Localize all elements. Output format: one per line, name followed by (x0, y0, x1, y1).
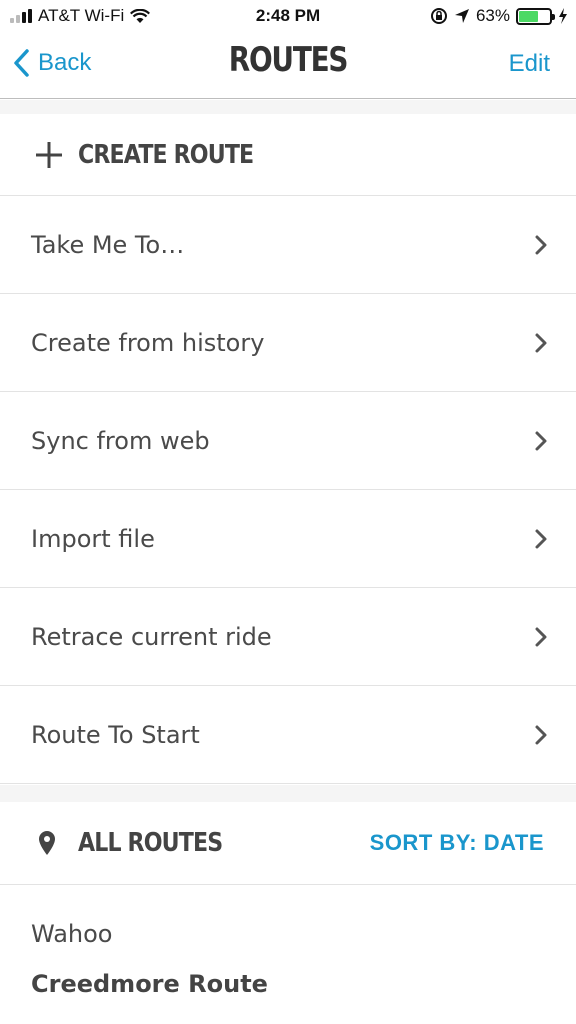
location-arrow-icon (454, 9, 469, 23)
menu-item-label: Route To Start (31, 720, 200, 749)
status-bar: AT&T Wi-Fi 2:48 PM 63% (0, 0, 576, 34)
section-divider (0, 785, 576, 802)
menu-item-create-from-history[interactable]: Create from history (0, 294, 576, 392)
chevron-right-icon (535, 725, 547, 744)
sort-by-button[interactable]: SORT BY: DATE (370, 830, 544, 856)
menu-item-route-to-start[interactable]: Route To Start (0, 686, 576, 784)
menu-item-label: Sync from web (31, 426, 210, 455)
route-list-item[interactable]: Creedmore Route (31, 970, 551, 998)
menu-item-retrace-current-ride[interactable]: Retrace current ride (0, 588, 576, 686)
route-options-list: CREATE ROUTE Take Me To… Create from his… (0, 114, 576, 784)
create-route-button[interactable]: CREATE ROUTE (0, 114, 576, 196)
orientation-lock-icon (430, 8, 447, 24)
all-routes-header: ALL ROUTES SORT BY: DATE (0, 802, 576, 885)
status-right: 63% (430, 6, 568, 26)
menu-item-label: Import file (31, 524, 155, 553)
chevron-right-icon (535, 431, 547, 450)
chevron-right-icon (535, 627, 547, 646)
menu-item-take-me-to[interactable]: Take Me To… (0, 196, 576, 294)
page-title: ROUTES (228, 40, 349, 80)
create-route-label: CREATE ROUTE (78, 139, 254, 170)
chevron-right-icon (535, 333, 547, 352)
plus-icon (36, 141, 62, 168)
battery-icon (516, 7, 555, 25)
menu-item-import-file[interactable]: Import file (0, 490, 576, 588)
menu-item-sync-from-web[interactable]: Sync from web (0, 392, 576, 490)
chevron-left-icon (14, 49, 29, 77)
route-group-label: Wahoo (31, 920, 113, 948)
menu-item-label: Create from history (31, 328, 265, 357)
menu-item-label: Take Me To… (31, 230, 185, 259)
chevron-right-icon (535, 235, 547, 254)
location-pin-icon (39, 831, 55, 855)
section-divider (0, 100, 576, 114)
nav-bar: Back ROUTES Edit (0, 34, 576, 99)
chevron-right-icon (535, 529, 547, 548)
charging-bolt-icon (559, 8, 567, 24)
battery-percent: 63% (475, 6, 510, 25)
edit-button[interactable]: Edit (509, 50, 550, 78)
all-routes-title: ALL ROUTES (78, 828, 223, 858)
menu-item-label: Retrace current ride (31, 622, 272, 651)
battery-fill (519, 10, 538, 22)
